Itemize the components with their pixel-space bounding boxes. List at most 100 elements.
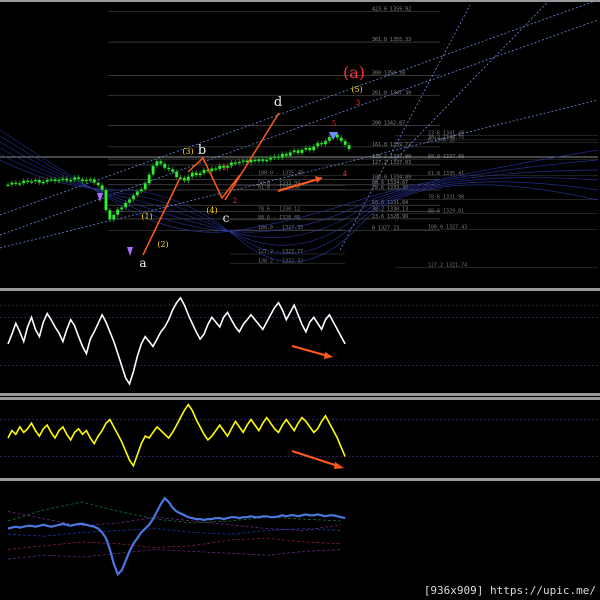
price-candle — [323, 138, 328, 147]
price-candle — [194, 170, 198, 178]
price-candle — [261, 156, 265, 164]
price-candle — [300, 147, 304, 156]
price-candle — [347, 142, 351, 152]
price-candle — [33, 177, 38, 184]
price-candle — [253, 157, 257, 164]
oscillator-3-aux-line — [7, 537, 342, 550]
panel-separator-osc3 — [0, 478, 600, 481]
price-candle — [14, 180, 18, 187]
fib-level-label: 127.2 1337.03 — [372, 160, 411, 166]
wave-label-5: (5) — [351, 85, 362, 94]
top-border — [0, 0, 600, 2]
price-candle — [84, 177, 89, 184]
panel-separator-price — [0, 288, 600, 291]
panel-separator-osc2 — [0, 397, 600, 400]
price-candle — [37, 177, 42, 185]
fib-level-label: 88.6 1329.81 — [428, 208, 464, 214]
price-candle — [292, 148, 296, 155]
price-candle — [147, 172, 151, 186]
price-candle — [167, 165, 171, 172]
wave-label-d: d — [274, 95, 282, 110]
price-candle — [119, 205, 124, 212]
channel-line — [0, 19, 599, 236]
wave-label-4: (4) — [206, 206, 217, 215]
price-candle — [339, 135, 343, 144]
oscillator-1-panel — [0, 296, 598, 386]
panel-separator-osc1 — [0, 393, 600, 396]
oscillator-1-line — [7, 296, 346, 386]
channel-line — [394, 0, 551, 161]
price-candle — [343, 138, 347, 148]
wave-label-2: (2) — [157, 240, 168, 249]
price-candle — [198, 170, 202, 178]
fib-level-label: 78.6 - 1330.12 — [258, 206, 300, 212]
chart-canvas: 423.6 1359.92361.8 1355.33300 1350.38261… — [0, 0, 600, 577]
price-candle — [49, 176, 53, 183]
fib-level-label: 100.0 1327.43 — [428, 224, 467, 230]
price-candle — [280, 151, 285, 161]
price-candle — [265, 157, 269, 164]
price-candle — [25, 178, 30, 185]
price-candle — [131, 193, 136, 202]
oscillator-3-aux-line — [7, 501, 342, 524]
price-candle — [186, 174, 191, 183]
wave-label-3: (3) — [182, 147, 193, 156]
fib-level-label: 261.8 1347.39 — [372, 90, 411, 96]
wave-label-minor-1: 1 — [223, 164, 227, 172]
price-candle — [96, 180, 100, 188]
fib-level-label: 361.8 1355.33 — [372, 37, 411, 43]
price-candle — [170, 166, 175, 175]
image-source-caption: [936x909] https://upic.me/ — [421, 584, 598, 597]
price-candle — [10, 180, 14, 187]
price-candle — [296, 148, 300, 156]
price-candle — [312, 143, 316, 153]
wave-label-1: (1) — [141, 212, 152, 221]
fib-level-label: 127.2 1321.74 — [428, 263, 467, 269]
price-candle — [139, 186, 143, 194]
price-candle — [18, 180, 22, 187]
price-candle — [210, 166, 214, 174]
wave-label-minor-5: 5 — [332, 120, 336, 128]
oscillator-2-panel — [0, 403, 598, 469]
price-candle — [214, 166, 218, 172]
fib-level-label: 100.0 - 1335.49 — [258, 170, 303, 176]
price-candle — [88, 176, 93, 183]
oscillator-3-aux-line — [7, 549, 342, 560]
price-candle — [151, 163, 155, 177]
envelope-curve — [0, 153, 599, 254]
fib-level-label: 78.6 1331.90 — [428, 194, 464, 200]
divergence-arrow-1 — [291, 345, 329, 357]
wave-label-minor-3: 3 — [356, 99, 360, 107]
price-candle — [304, 145, 308, 153]
wave-label-c: c — [223, 211, 230, 225]
wave-label-a: a — [139, 256, 146, 270]
price-candle — [202, 167, 206, 176]
price-candle — [116, 207, 120, 218]
price-candle — [308, 145, 312, 153]
oscillator-3-panel — [7, 496, 346, 577]
price-candle — [92, 176, 96, 185]
oscillator-3-line — [7, 496, 346, 577]
price-candle — [327, 134, 332, 144]
divergence-arrow-2-head — [334, 462, 344, 469]
price-candle — [21, 178, 26, 186]
price-candle — [41, 179, 45, 185]
price-candle — [315, 140, 320, 149]
fib-level-label: 38.2 1340.75 — [428, 135, 464, 141]
wave-label-a-circle: (a) — [343, 63, 365, 82]
price-candle — [182, 175, 187, 183]
fib-level-label: 0 1327.23 — [372, 226, 399, 232]
divergence-arrow-2 — [291, 450, 339, 467]
wave-label-minor-4: 4 — [343, 170, 348, 178]
fib-level-label: 23.6 1328.99 — [372, 214, 408, 220]
price-candle — [229, 160, 234, 169]
price-candle — [29, 178, 34, 185]
price-candle — [268, 155, 273, 163]
price-candle — [319, 140, 324, 147]
fib-level-label: 200 1342.87 — [372, 121, 405, 127]
pivot-marker-low — [127, 247, 133, 256]
wave-label-b: b — [198, 143, 206, 158]
price-candle — [135, 188, 140, 198]
price-candle — [6, 182, 10, 187]
price-candle — [104, 187, 108, 213]
